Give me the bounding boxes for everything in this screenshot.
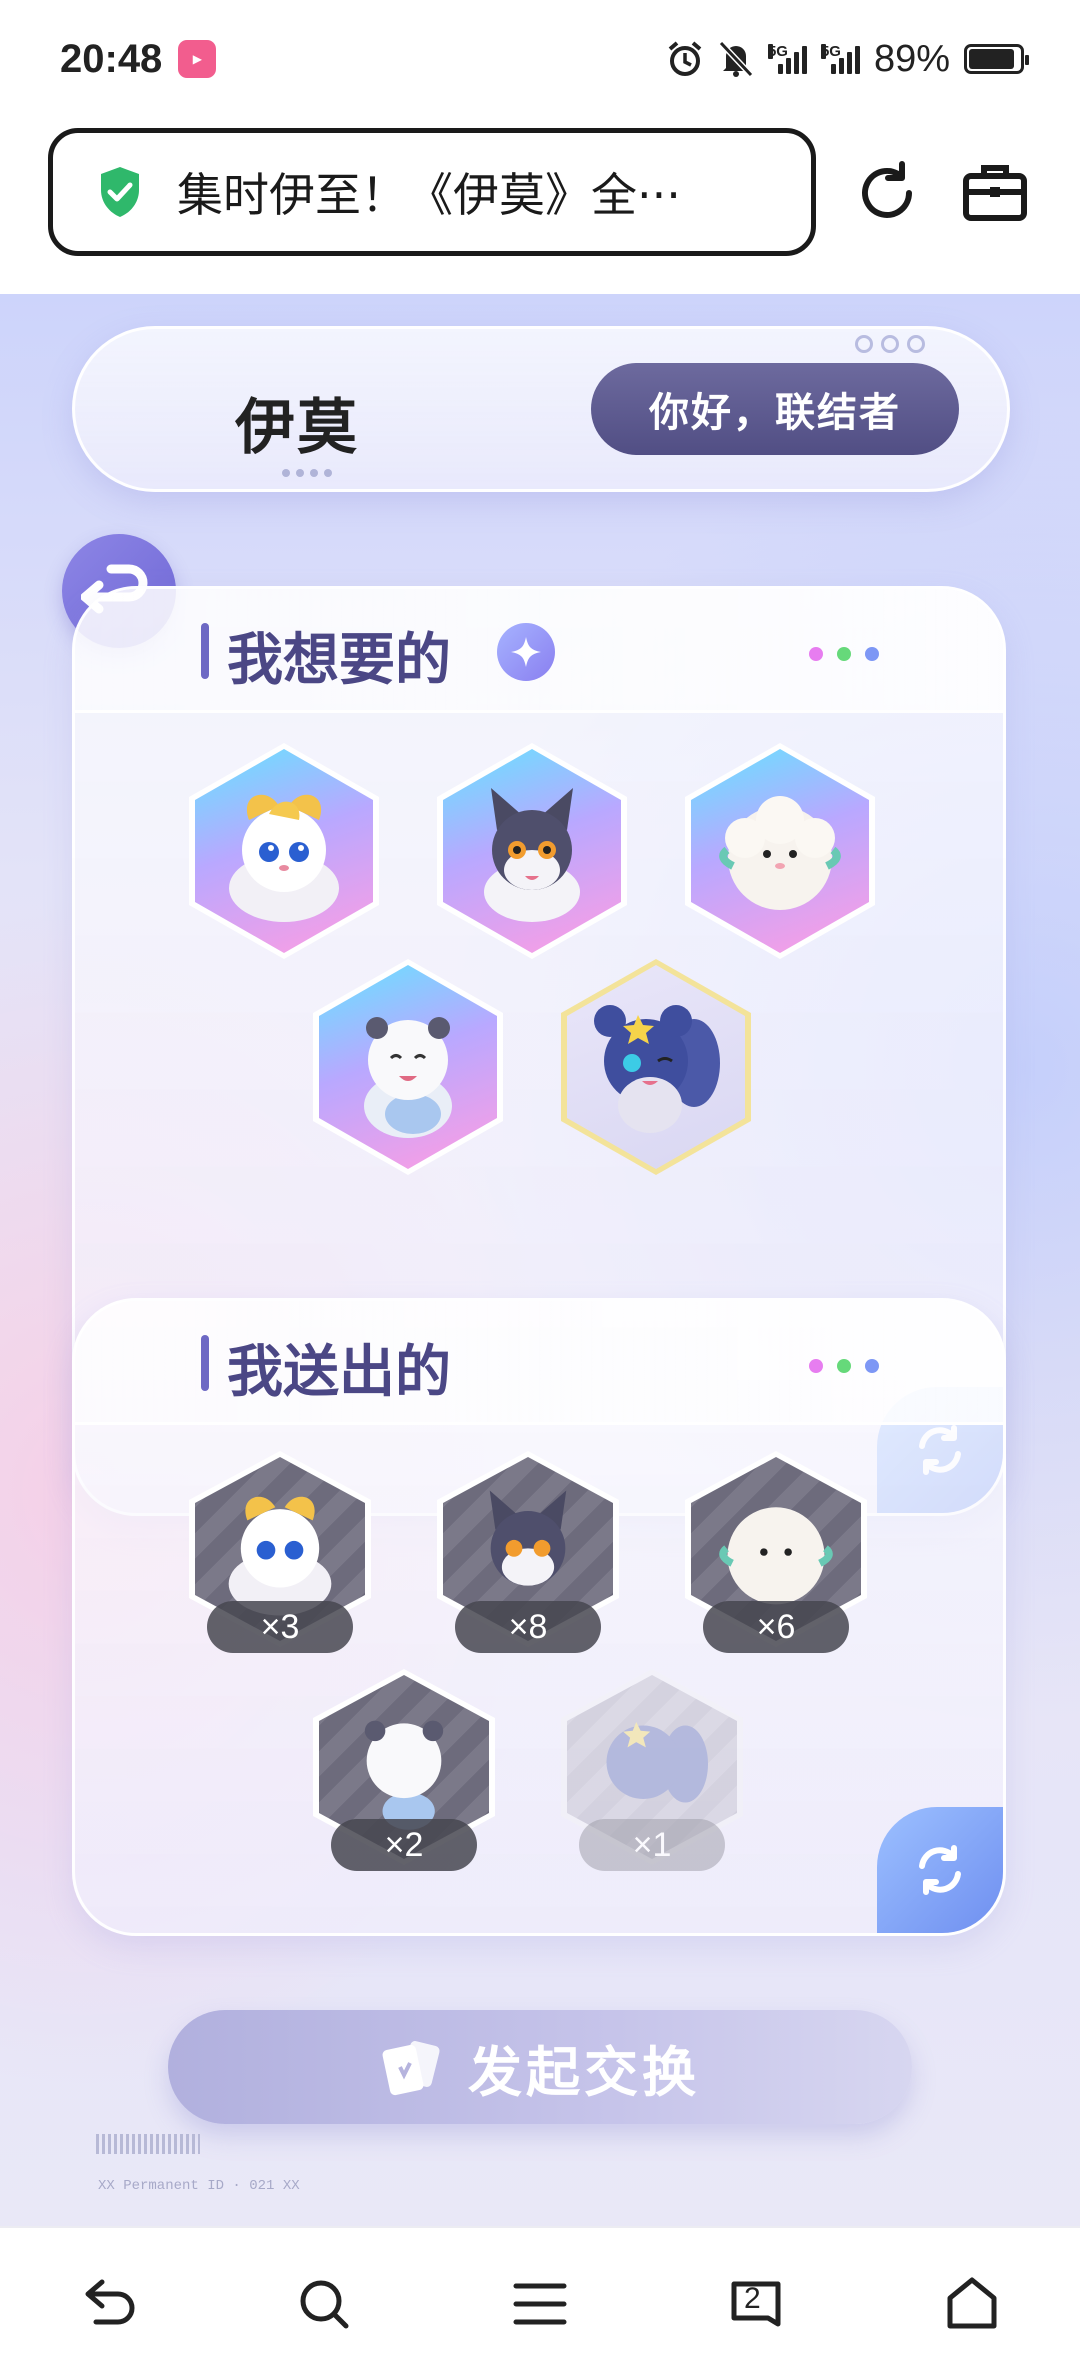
give-panel-title: 我送出的 xyxy=(227,1340,451,1405)
creature-blue-squirrel[interactable] xyxy=(561,959,751,1175)
nav-search-button[interactable] xyxy=(288,2268,360,2340)
browser-toolbar: 集时伊至！《伊莫》全··· xyxy=(0,118,1080,294)
nav-back-button[interactable] xyxy=(72,2268,144,2340)
creature-white-bear[interactable] xyxy=(313,959,503,1175)
game-logo: 伊莫 xyxy=(235,393,359,463)
creature-golden-fox[interactable] xyxy=(189,743,379,959)
creature-dark-fox[interactable] xyxy=(437,743,627,959)
give-item[interactable]: ×8 xyxy=(437,1451,619,1653)
network-label: 5G xyxy=(767,43,788,60)
logo-dots xyxy=(282,469,332,477)
refresh-icon xyxy=(919,1845,961,1895)
decor-dots xyxy=(809,647,879,661)
battery-percent: 89% xyxy=(873,37,950,80)
page-title: 集时伊至！《伊莫》全··· xyxy=(177,168,681,222)
give-panel: 我送出的 ×3 ×8 ×6 ×2 ×1 xyxy=(72,1298,1006,1936)
give-item[interactable]: ×3 xyxy=(189,1451,371,1653)
main-content: 伊莫 你好，联结者 我想要的 我送出的 ×3 ×8 ×6 ×2 ×1 发起交换 … xyxy=(0,294,1080,2226)
creature-fluffy-sheep[interactable] xyxy=(685,743,875,959)
item-count: ×1 xyxy=(579,1819,725,1871)
white-bear-icon xyxy=(364,1017,452,1139)
give-panel-header: 我送出的 xyxy=(75,1301,1003,1425)
header-mini-icons xyxy=(855,335,925,353)
alarm-icon xyxy=(668,41,702,76)
signal-5g-1: 5G xyxy=(767,43,807,74)
item-count: ×3 xyxy=(207,1601,353,1653)
toolbox-icon[interactable] xyxy=(960,158,1030,228)
want-panel-header: 我想要的 xyxy=(75,589,1003,713)
reload-icon[interactable] xyxy=(852,158,922,228)
give-item[interactable]: ×2 xyxy=(313,1669,495,1871)
tab-count: 2 xyxy=(744,2282,761,2315)
status-bar: 20:48 ▶ 5G 5G 89% xyxy=(0,0,1080,118)
fluffy-sheep-icon xyxy=(719,796,841,911)
item-count: ×8 xyxy=(455,1601,601,1653)
refresh-give-button[interactable] xyxy=(877,1807,1003,1933)
status-indicators: 5G 5G 89% xyxy=(666,37,1029,81)
shield-check-icon xyxy=(101,167,139,217)
decor-dots xyxy=(809,1359,879,1373)
item-count: ×2 xyxy=(331,1819,477,1871)
footer-code: XX Permanent ID · 021 XX xyxy=(98,2178,300,2194)
bottom-nav: 2 xyxy=(0,2226,1080,2376)
start-exchange-label: 发起交换 xyxy=(468,2040,700,2104)
blue-squirrel-icon xyxy=(594,1005,720,1134)
give-item[interactable]: ×6 xyxy=(685,1451,867,1653)
golden-fox-icon xyxy=(229,795,339,923)
address-bar[interactable]: 集时伊至！《伊莫》全··· xyxy=(48,128,816,256)
barcode-decor xyxy=(96,2134,200,2154)
status-time: 20:48 xyxy=(60,36,163,81)
bilibili-icon: ▶ xyxy=(178,40,217,78)
sparkle-icon xyxy=(497,623,555,681)
greeting-button[interactable]: 你好，联结者 xyxy=(591,363,959,455)
home-icon xyxy=(947,2277,997,2329)
signal-5g-2: 5G xyxy=(820,43,860,74)
nav-menu-button[interactable] xyxy=(504,2268,576,2340)
cards-icon xyxy=(382,2041,440,2096)
back-icon xyxy=(85,2279,135,2325)
network-label: 5G xyxy=(820,43,841,60)
battery-level xyxy=(969,49,1014,69)
nav-home-button[interactable] xyxy=(936,2268,1008,2340)
item-count: ×6 xyxy=(703,1601,849,1653)
title-accent-bar xyxy=(201,623,209,679)
header-pill: 伊莫 你好，联结者 xyxy=(72,326,1010,492)
battery-icon xyxy=(964,44,1029,74)
nav-tabs-button[interactable]: 2 xyxy=(720,2268,792,2340)
title-accent-bar xyxy=(201,1335,209,1391)
menu-icon xyxy=(513,2283,567,2325)
search-icon xyxy=(300,2280,349,2329)
give-item[interactable]: ×1 xyxy=(561,1669,743,1871)
mute-icon xyxy=(718,40,754,78)
dark-fox-icon xyxy=(484,788,580,923)
start-exchange-button[interactable]: 发起交换 xyxy=(168,2010,912,2124)
want-panel-title: 我想要的 xyxy=(227,628,451,693)
